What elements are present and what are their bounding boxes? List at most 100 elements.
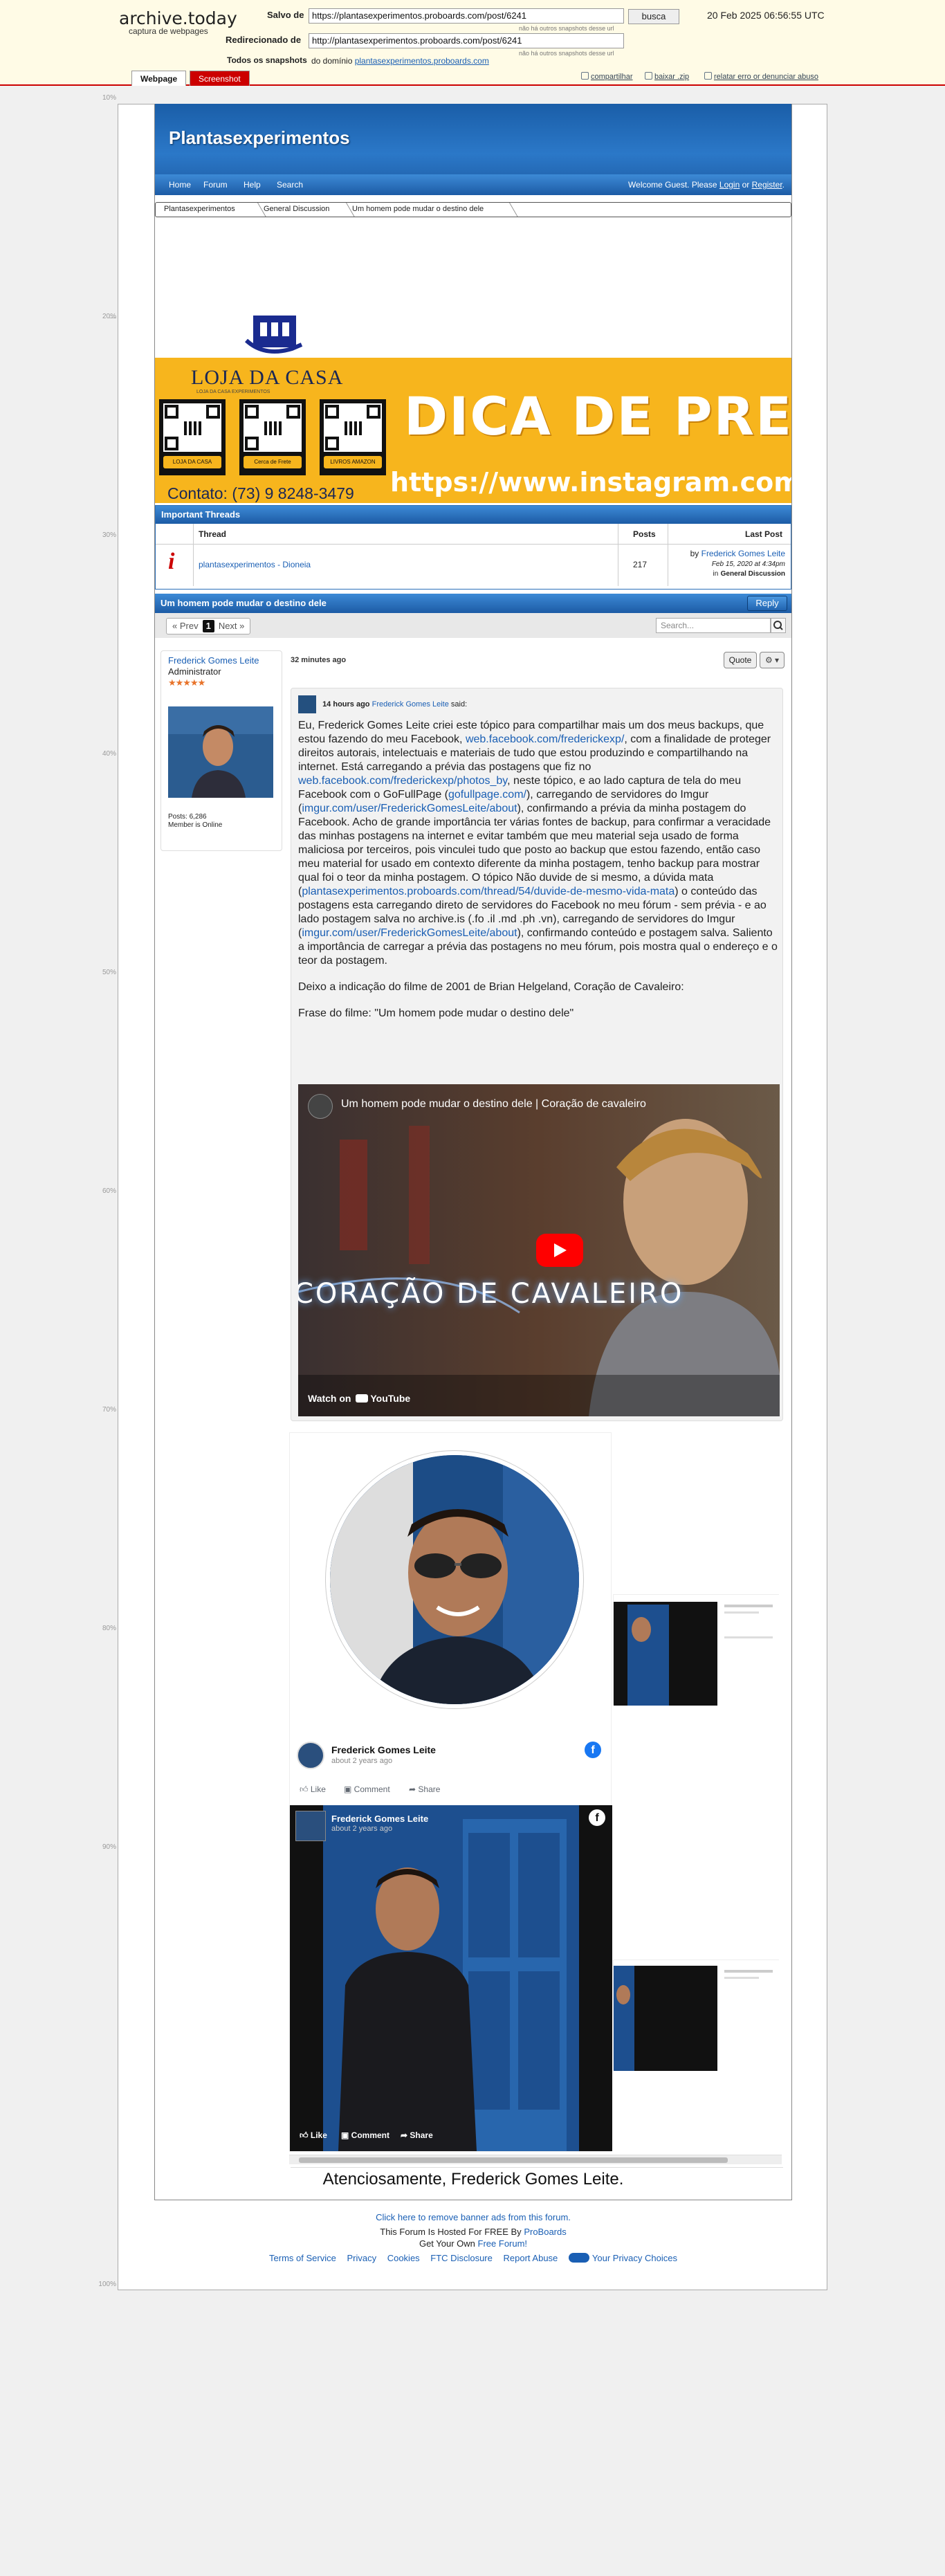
thread-search-input[interactable]: Search... [656,618,771,633]
post-link[interactable]: imgur.com/user/FrederickGomesLeite/about [302,803,517,814]
like-icon: 👍︎ [300,1784,311,1794]
breadcrumb-home[interactable]: Plantasexperimentos [164,205,235,213]
nav-home[interactable]: Home [169,180,191,190]
last-post-by: by [690,549,699,558]
report-abuse-link[interactable]: Report Abuse [504,2253,558,2263]
ftc-link[interactable]: FTC Disclosure [430,2253,493,2263]
gear-icon[interactable]: ⚙ ▾ [760,652,785,668]
facebook-time[interactable]: about 2 years ago [331,1757,392,1765]
last-post-board[interactable]: General Discussion [721,570,785,578]
reply-button[interactable]: Reply [747,596,787,611]
prev-page-link[interactable]: « Prev [172,621,199,631]
quote-author[interactable]: Frederick Gomes Leite [372,700,449,709]
post-link[interactable]: web.facebook.com/frederickexp/ [466,733,624,745]
tab-webpage[interactable]: Webpage [131,71,187,86]
report-link[interactable]: relatar erro or denunciar abuso [704,72,818,81]
facebook-icon[interactable]: f [589,1809,605,1826]
facebook-icon[interactable]: f [585,1742,601,1758]
post-body: Eu, Frederick Gomes Leite criei este tóp… [298,719,778,1033]
qr-code: Cerca de Frete [239,399,306,475]
next-page-link[interactable]: Next » [219,621,245,631]
all-snapshots-domain-link[interactable]: plantasexperimentos.proboards.com [355,56,489,66]
share-button[interactable]: ➦ Share [409,1784,440,1794]
proboards-link[interactable]: ProBoards [524,2227,566,2237]
share-link[interactable]: compartilhar [581,72,633,81]
thread-link[interactable]: plantasexperimentos - Dioneia [199,560,311,569]
table-row: i plantasexperimentos - Dioneia 217 by F… [156,545,791,586]
facebook-photo-post[interactable]: Frederick Gomes Leite about 2 years ago … [290,1805,612,2151]
saved-label: Salvo de [267,10,304,20]
avatar[interactable] [168,706,273,798]
facebook-profile-photo[interactable] [326,1451,583,1708]
facebook-photo-time[interactable]: about 2 years ago [331,1825,392,1833]
privacy-choices-link[interactable]: Your Privacy Choices [568,2253,677,2263]
facebook-photo-author[interactable]: Frederick Gomes Leite [331,1814,428,1824]
nav-forum[interactable]: Forum [203,180,228,190]
nav-help[interactable]: Help [244,180,261,190]
watch-on-youtube[interactable]: Watch on YouTube [308,1393,410,1404]
last-post-date: Feb 15, 2020 at 4:34pm [711,560,785,568]
ad-banner[interactable]: LOJA DA CASA LOJA DA CASA EXPERIMENTOS L… [155,358,791,503]
facebook-photo-avatar[interactable] [295,1811,326,1841]
facebook-screenshot-thumbnail[interactable] [613,1594,780,1706]
search-button[interactable]: busca [628,9,679,24]
archive-date: 20 Feb 2025 06:56:55 UTC [707,10,825,21]
facebook-author[interactable]: Frederick Gomes Leite [331,1744,436,1755]
register-link[interactable]: Register [752,180,782,190]
forum-title[interactable]: Plantasexperimentos [169,127,350,149]
play-icon[interactable] [536,1234,583,1267]
scrollbar-thumb[interactable] [299,2157,728,2163]
comment-label: Comment [351,2130,390,2140]
post-link[interactable]: plantasexperimentos.proboards.com/thread… [302,886,675,897]
ruler-mark: 60% [102,1187,116,1195]
important-threads-header: Important Threads [156,506,791,524]
privacy-link[interactable]: Privacy [347,2253,376,2263]
user-panel: Frederick Gomes Leite Administrator ★★★★… [160,650,282,851]
quote-time: 14 hours ago [322,700,370,709]
tab-screenshot[interactable]: Screenshot [190,71,250,86]
horizontal-scrollbar[interactable] [289,2155,782,2164]
forum-nav: Home Forum Help Search Welcome Guest. Pl… [155,174,791,195]
breadcrumb-thread[interactable]: Um homem pode mudar o destino dele [352,205,484,213]
remove-ads-link[interactable]: Click here to remove banner ads from thi… [376,2212,571,2222]
last-post-author[interactable]: Frederick Gomes Leite [701,549,785,558]
welcome-or: or [742,180,750,190]
facebook-avatar[interactable] [297,1742,324,1769]
breadcrumb-board[interactable]: General Discussion [264,205,329,213]
redirected-url-input[interactable]: http://plantasexperimentos.proboards.com… [309,33,624,48]
channel-avatar[interactable] [308,1094,333,1119]
facebook-embed[interactable]: Frederick Gomes Leite about 2 years ago … [289,1432,612,2152]
saved-url-input[interactable]: https://plantasexperimentos.proboards.co… [309,8,624,24]
user-name[interactable]: Frederick Gomes Leite [168,655,259,666]
comment-icon: ▣ [341,2130,351,2140]
comment-button[interactable]: ▣ Comment [344,1784,390,1794]
quote-button[interactable]: Quote [724,652,757,668]
post-link[interactable]: web.facebook.com/frederickexp/photos_by [298,775,507,787]
like-button[interactable]: 👍︎ Like [300,1784,326,1795]
photo-comment-button[interactable]: ▣ Comment [341,2130,389,2140]
post-link[interactable]: imgur.com/user/FrederickGomesLeite/about [302,927,517,939]
photo-like-button[interactable]: 👍︎ Like [300,2130,327,2141]
breadcrumb: Plantasexperimentos General Discussion U… [155,202,791,217]
cookies-link[interactable]: Cookies [387,2253,420,2263]
post-link[interactable]: gofullpage.com/ [448,789,526,801]
photo-share-button[interactable]: ➦ Share [401,2130,433,2140]
forum-container: Plantasexperimentos Home Forum Help Sear… [154,104,792,2200]
video-title[interactable]: Um homem pode mudar o destino dele | Cor… [341,1098,646,1111]
terms-link[interactable]: Terms of Service [269,2253,336,2263]
archive-logo[interactable]: archive.today [119,8,237,28]
download-link[interactable]: baixar .zip [645,72,689,81]
scroll-ruler: 10% — 20% 30% 40% 50% 60% 70% 80% 90% 10… [97,94,116,2294]
free-forum-link[interactable]: Free Forum! [478,2238,528,2249]
nav-search[interactable]: Search [277,180,303,190]
quote-avatar [298,695,316,713]
user-stars: ★★★★★ [168,677,205,688]
search-icon[interactable] [771,618,786,633]
login-link[interactable]: Login [719,180,740,190]
facebook-screenshot-thumbnail[interactable] [613,1960,780,2071]
youtube-embed[interactable]: Um homem pode mudar o destino dele | Cor… [298,1084,780,1416]
ruler-mark: 90% [102,1843,116,1851]
important-thread-icon: i [168,549,175,574]
archived-page-frame: Plantasexperimentos Home Forum Help Sear… [118,104,827,2290]
thread-posts-count: 217 [633,560,648,569]
